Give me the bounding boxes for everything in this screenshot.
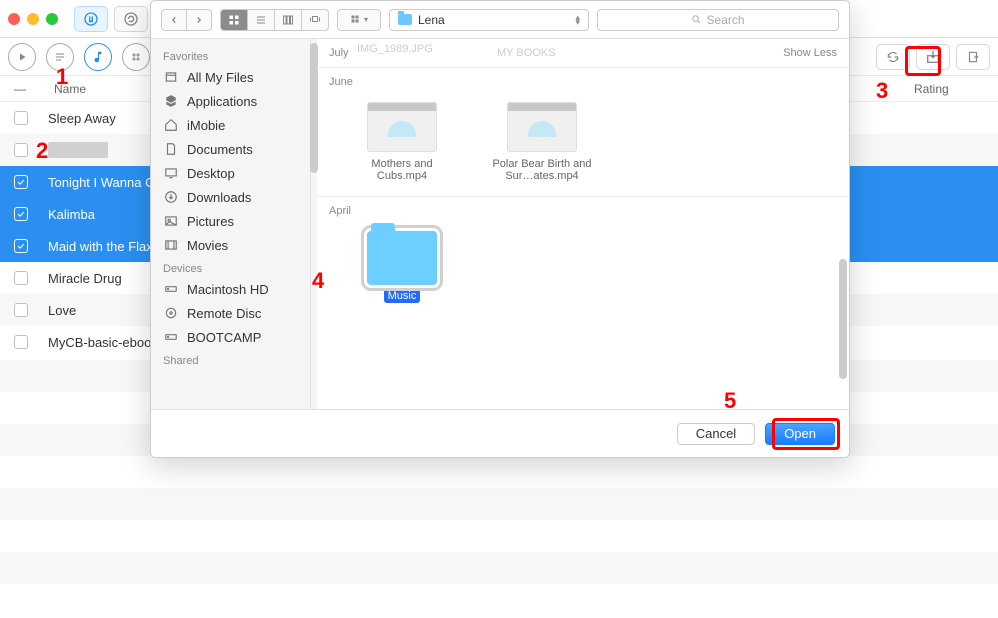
arrange-group: ▾ xyxy=(337,9,381,31)
movies-icon xyxy=(163,237,179,253)
sidebar-item-macintoshhd[interactable]: Macintosh HD xyxy=(151,277,310,301)
coverflow-view-button[interactable] xyxy=(301,9,329,31)
hdd-icon xyxy=(163,281,179,297)
row-name xyxy=(48,142,108,158)
column-view-button[interactable] xyxy=(274,9,302,31)
sidebar-header-favorites: Favorites xyxy=(151,45,310,65)
row-checkbox[interactable] xyxy=(14,303,28,317)
folder-item-music[interactable]: Music xyxy=(347,231,457,303)
show-less-link[interactable]: Show Less xyxy=(783,47,837,59)
music-note-icon[interactable] xyxy=(84,43,112,71)
documents-icon xyxy=(163,141,179,157)
desktop-icon xyxy=(163,165,179,181)
pictures-icon xyxy=(163,213,179,229)
play-icon[interactable] xyxy=(8,43,36,71)
disc-icon xyxy=(163,305,179,321)
file-item[interactable]: Polar Bear Birth and Sur…ates.mp4 xyxy=(487,102,597,182)
sidebar-item-remotedisc[interactable]: Remote Disc xyxy=(151,301,310,325)
sidebar-header-devices: Devices xyxy=(151,257,310,277)
row-checkbox[interactable] xyxy=(14,111,28,125)
dialog-footer: Cancel Open xyxy=(151,409,849,457)
row-checkbox[interactable] xyxy=(14,239,28,253)
video-thumbnail xyxy=(507,102,577,152)
row-checkbox[interactable] xyxy=(14,271,28,285)
search-input[interactable]: Search xyxy=(597,9,839,31)
refresh-button[interactable] xyxy=(876,44,910,70)
section-june: June xyxy=(329,76,353,88)
header-rating[interactable]: Rating xyxy=(914,82,984,96)
section-july: July xyxy=(329,47,349,59)
sidebar-item-documents[interactable]: Documents xyxy=(151,137,310,161)
film-icon[interactable] xyxy=(122,43,150,71)
sidebar-item-pictures[interactable]: Pictures xyxy=(151,209,310,233)
chevron-updown-icon: ▴▾ xyxy=(575,15,580,25)
video-thumbnail xyxy=(367,102,437,152)
close-window-icon[interactable] xyxy=(8,13,20,25)
file-open-dialog: ▾ Lena ▴▾ Search Favorites All My Files … xyxy=(150,0,850,458)
sidebar-item-downloads[interactable]: Downloads xyxy=(151,185,310,209)
header-checkbox[interactable]: — xyxy=(14,82,34,96)
file-pane[interactable]: July IMG_1989.JPG MY BOOKS Show Less Jun… xyxy=(317,39,849,409)
nav-buttons xyxy=(161,9,212,31)
sidebar-item-applications[interactable]: Applications xyxy=(151,89,310,113)
row-checkbox[interactable] xyxy=(14,335,28,349)
applications-icon xyxy=(163,93,179,109)
forward-button[interactable] xyxy=(186,9,212,31)
folder-icon xyxy=(398,14,412,25)
list-view-button[interactable] xyxy=(247,9,275,31)
export-button[interactable] xyxy=(956,44,990,70)
minimize-window-icon[interactable] xyxy=(27,13,39,25)
cancel-button[interactable]: Cancel xyxy=(677,423,755,445)
home-icon xyxy=(163,117,179,133)
open-button[interactable]: Open xyxy=(765,423,835,445)
dialog-sidebar: Favorites All My Files Applications iMob… xyxy=(151,39,311,409)
tab-refresh[interactable] xyxy=(114,6,148,32)
sidebar-item-desktop[interactable]: Desktop xyxy=(151,161,310,185)
folder-name: Lena xyxy=(418,13,445,27)
search-icon xyxy=(691,14,702,25)
section-april: April xyxy=(329,205,351,217)
view-mode-group xyxy=(220,9,329,31)
dialog-toolbar: ▾ Lena ▴▾ Search xyxy=(151,1,849,39)
folder-dropdown[interactable]: Lena ▴▾ xyxy=(389,9,589,31)
back-button[interactable] xyxy=(161,9,187,31)
arrange-button[interactable]: ▾ xyxy=(337,9,381,31)
downloads-icon xyxy=(163,189,179,205)
sidebar-item-movies[interactable]: Movies xyxy=(151,233,310,257)
traffic-lights xyxy=(8,13,58,25)
folder-icon xyxy=(367,231,437,285)
zoom-window-icon[interactable] xyxy=(46,13,58,25)
icon-view-button[interactable] xyxy=(220,9,248,31)
allfiles-icon xyxy=(163,69,179,85)
sidebar-item-imobie[interactable]: iMobie xyxy=(151,113,310,137)
hdd-icon xyxy=(163,329,179,345)
file-item[interactable]: Mothers and Cubs.mp4 xyxy=(347,102,457,182)
row-checkbox[interactable] xyxy=(14,175,28,189)
list-icon[interactable] xyxy=(46,43,74,71)
row-checkbox[interactable] xyxy=(14,207,28,221)
sidebar-header-shared: Shared xyxy=(151,349,310,369)
sidebar-item-bootcamp[interactable]: BOOTCAMP xyxy=(151,325,310,349)
sidebar-item-allmyfiles[interactable]: All My Files xyxy=(151,65,310,89)
tab-music[interactable] xyxy=(74,6,108,32)
import-button[interactable] xyxy=(916,44,950,70)
row-checkbox[interactable] xyxy=(14,143,28,157)
